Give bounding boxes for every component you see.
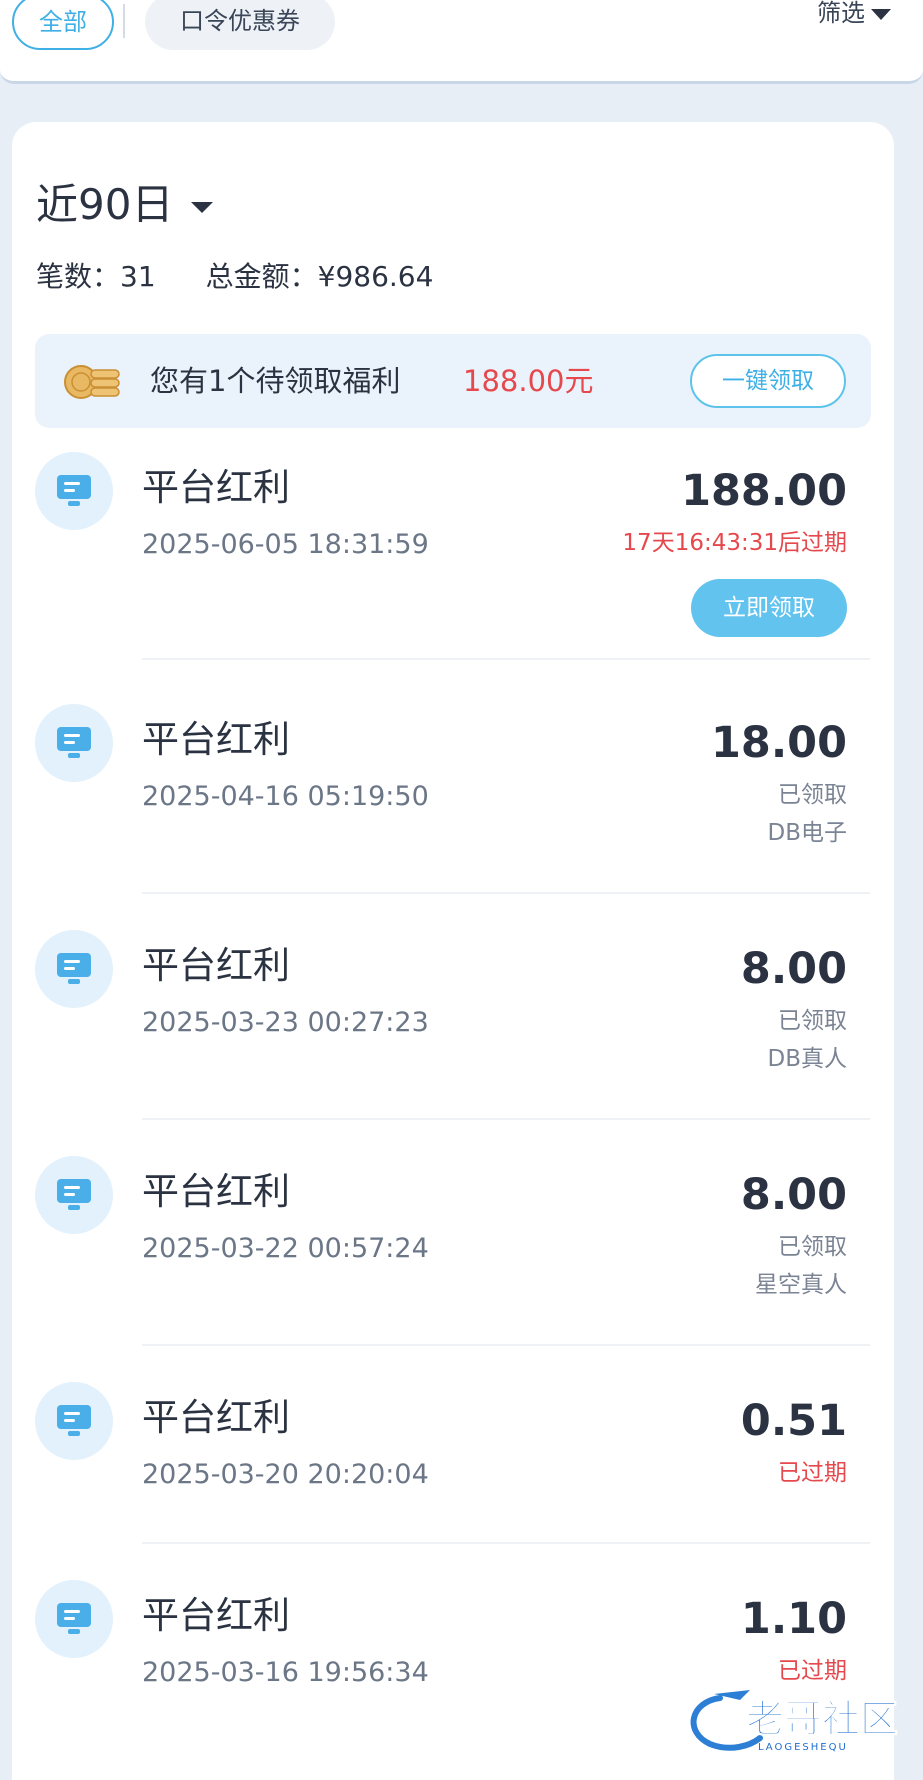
summary-line: 笔数：31 总金额：¥986.64	[36, 257, 433, 297]
caret-down-icon	[191, 202, 214, 213]
tab-divider	[123, 4, 125, 38]
record-time: 2025-03-16 19:56:34	[142, 1657, 429, 1688]
tab-all[interactable]: 全部	[12, 0, 114, 50]
row-divider	[142, 658, 870, 660]
record-title: 平台红利	[142, 718, 290, 761]
record-status: 已领取	[778, 1234, 847, 1260]
record-amount: 8.00	[740, 1170, 847, 1220]
record-time: 2025-06-05 18:31:59	[142, 529, 429, 560]
tab-coupon[interactable]: 口令优惠券	[145, 0, 335, 50]
total-label: 总金额：¥986.64	[205, 260, 434, 293]
row-divider	[142, 892, 870, 894]
monitor-icon	[35, 1156, 113, 1234]
record-status: 已领取	[778, 1008, 847, 1034]
watermark-logo: 老哥社区 LAOGESHEQU	[680, 1680, 910, 1760]
monitor-icon	[35, 1382, 113, 1460]
record-amount: 8.00	[740, 944, 847, 994]
filter-button[interactable]: 筛选	[817, 0, 891, 30]
claim-now-button[interactable]: 立即领取	[691, 579, 847, 637]
record-title: 平台红利	[142, 1170, 290, 1213]
record-amount: 188.00	[681, 466, 847, 516]
record-title: 平台红利	[142, 1396, 290, 1439]
record-platform: DB真人	[767, 1046, 848, 1072]
coins-icon	[64, 365, 120, 399]
record-time: 2025-03-23 00:27:23	[142, 1007, 429, 1038]
monitor-icon	[35, 930, 113, 1008]
monitor-icon	[35, 452, 113, 530]
monitor-icon	[35, 1580, 113, 1658]
record-time: 2025-03-22 00:57:24	[142, 1233, 429, 1264]
record-title: 平台红利	[142, 466, 290, 509]
record-status: 已过期	[778, 1460, 847, 1486]
claim-all-button[interactable]: 一键领取	[690, 354, 846, 408]
watermark-subtext: LAOGESHEQU	[758, 1742, 848, 1753]
banner-text: 您有1个待领取福利	[150, 364, 401, 398]
watermark-text: 老哥社区	[746, 1697, 898, 1741]
filter-label: 筛选	[817, 0, 865, 27]
record-status: 已领取	[778, 782, 847, 808]
record-amount: 18.00	[710, 718, 847, 768]
row-divider	[142, 1344, 870, 1346]
period-label: 近90日	[36, 180, 174, 229]
record-time: 2025-03-20 20:20:04	[142, 1459, 429, 1490]
row-divider	[142, 1118, 870, 1120]
count-label: 笔数：31	[36, 260, 156, 293]
record-amount: 0.51	[740, 1396, 847, 1446]
period-selector[interactable]: 近90日	[36, 177, 214, 233]
record-title: 平台红利	[142, 944, 290, 987]
row-divider	[142, 1542, 870, 1544]
records-card: 近90日 笔数：31 总金额：¥986.64 您有1个待领取福利 188.00元 …	[12, 122, 894, 1780]
caret-down-icon	[871, 8, 891, 20]
record-platform: DB电子	[767, 820, 848, 846]
record-amount: 1.10	[740, 1594, 847, 1644]
record-platform: 星空真人	[755, 1272, 847, 1298]
record-title: 平台红利	[142, 1594, 290, 1637]
monitor-icon	[35, 704, 113, 782]
pending-bonus-banner: 您有1个待领取福利 188.00元 一键领取	[35, 334, 871, 428]
record-expiry: 17天16:43:31后过期	[622, 530, 847, 556]
filter-bar: 全部 口令优惠券 筛选	[0, 0, 923, 84]
banner-amount: 188.00元	[463, 364, 594, 398]
record-time: 2025-04-16 05:19:50	[142, 781, 429, 812]
